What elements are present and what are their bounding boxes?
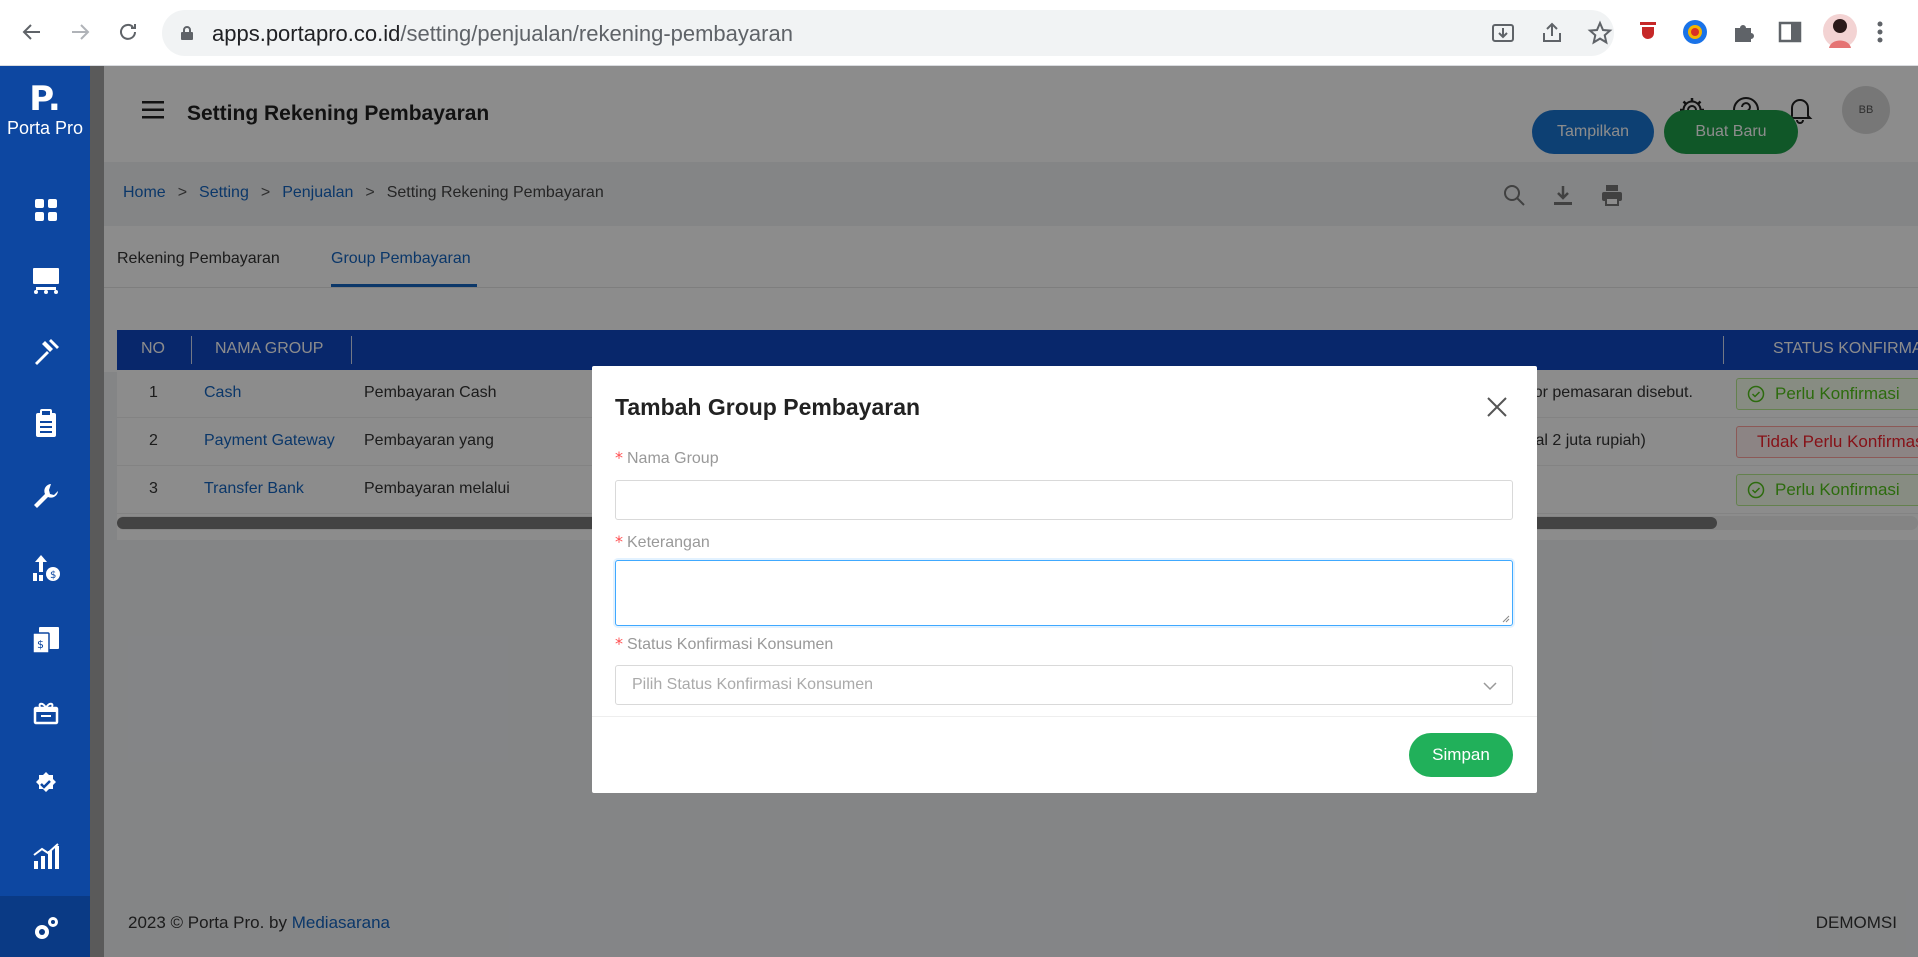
modal-overlay[interactable]: Tambah Group Pembayaran * Nama Group * Ket… <box>104 66 1918 957</box>
clipboard-icon[interactable] <box>30 408 62 440</box>
tools-icon[interactable] <box>30 480 62 512</box>
nama-group-label: * Nama Group <box>615 448 719 467</box>
chevron-down-icon <box>1482 678 1498 699</box>
keterangan-label: * Keterangan <box>615 532 710 551</box>
extension-circle-icon[interactable] <box>1681 18 1711 48</box>
status-konfirmasi-select[interactable]: Pilih Status Konfirmasi Konsumen <box>615 665 1513 705</box>
bookmark-star-icon[interactable] <box>1587 20 1615 48</box>
forward-icon[interactable] <box>62 14 98 50</box>
address-bar[interactable]: apps.portapro.co.id/setting/penjualan/re… <box>162 10 1614 56</box>
keterangan-textarea[interactable] <box>615 560 1513 626</box>
sidebar-scrollbar[interactable] <box>90 66 104 957</box>
svg-text:$: $ <box>37 638 44 651</box>
extensions-puzzle-icon[interactable] <box>1729 18 1759 48</box>
select-placeholder: Pilih Status Konfirmasi Konsumen <box>632 676 873 693</box>
chart-icon[interactable] <box>30 840 62 872</box>
share-icon[interactable] <box>1539 20 1567 48</box>
badge-check-icon[interactable] <box>30 768 62 800</box>
monitor-icon[interactable] <box>30 264 62 296</box>
back-icon[interactable] <box>14 14 50 50</box>
svg-text:$: $ <box>50 570 56 581</box>
tambah-group-modal: Tambah Group Pembayaran * Nama Group * Ket… <box>592 366 1537 793</box>
nama-group-input[interactable] <box>615 480 1513 520</box>
url-text: apps.portapro.co.id/setting/penjualan/re… <box>212 21 793 46</box>
settings-icon[interactable] <box>30 912 62 944</box>
gift-icon[interactable] <box>30 696 62 728</box>
lock-icon <box>180 25 194 46</box>
close-icon[interactable] <box>1484 394 1510 420</box>
hammer-icon[interactable] <box>30 336 62 368</box>
money-up-icon[interactable]: $ <box>30 552 62 584</box>
resize-handle-icon[interactable] <box>1500 613 1510 623</box>
menu-dots-icon[interactable] <box>1874 18 1904 48</box>
sidebar: P. Porta Pro $ $ <box>0 66 90 957</box>
simpan-button[interactable]: Simpan <box>1409 733 1513 777</box>
profile-avatar-icon[interactable] <box>1823 14 1857 48</box>
browser-toolbar: apps.portapro.co.id/setting/penjualan/re… <box>0 0 1918 66</box>
status-konfirmasi-label: * Status Konfirmasi Konsumen <box>615 634 834 653</box>
invoice-icon[interactable]: $ <box>30 624 62 656</box>
install-icon[interactable] <box>1490 20 1518 48</box>
modal-title: Tambah Group Pembayaran <box>615 394 921 420</box>
side-panel-icon[interactable] <box>1776 18 1806 48</box>
extension-shield-icon[interactable] <box>1634 18 1664 48</box>
app-logo[interactable]: P. Porta Pro <box>0 82 90 139</box>
dashboard-icon[interactable] <box>30 194 62 226</box>
modal-footer-divider <box>592 716 1537 717</box>
reload-icon[interactable] <box>110 14 146 50</box>
